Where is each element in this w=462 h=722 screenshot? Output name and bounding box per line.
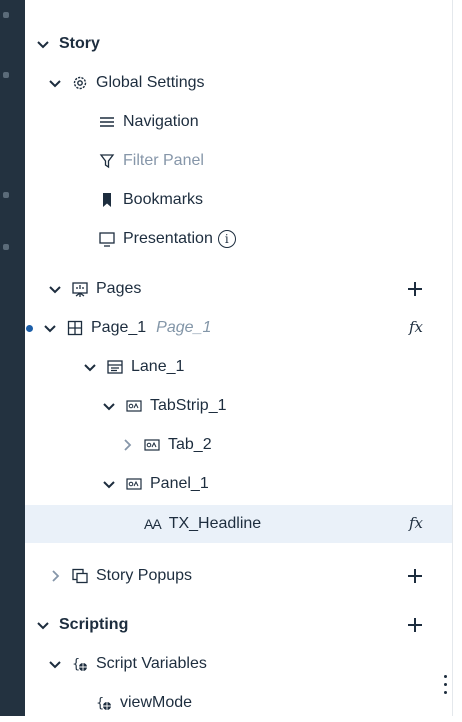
panel-1-label: Panel_1 <box>150 475 209 492</box>
tx-headline-label: TX_Headline <box>168 515 262 532</box>
chevron-down-icon[interactable] <box>47 75 63 91</box>
sidebar-icon[interactable] <box>3 244 9 250</box>
tree-row-script-variables[interactable]: { Script Variables <box>25 645 452 683</box>
container-icon <box>143 436 161 454</box>
active-page-dot <box>26 325 33 332</box>
fx-icon[interactable]: fx <box>409 318 423 336</box>
script-variables-label: Script Variables <box>96 655 207 672</box>
tree-row-page-1[interactable]: Page_1 Page_1 fx <box>25 309 452 347</box>
chevron-down-icon[interactable] <box>35 617 51 633</box>
add-popup-button[interactable] <box>405 566 425 586</box>
sidebar-icon[interactable] <box>3 12 9 18</box>
tree-row-viewmode[interactable]: { viewMode <box>25 684 452 722</box>
fx-icon[interactable]: fx <box>409 514 423 532</box>
chevron-right-icon[interactable] <box>47 568 63 584</box>
story-popups-label: Story Popups <box>96 567 193 584</box>
tree-row-tabstrip-1[interactable]: TabStrip_1 <box>25 387 452 425</box>
page-1-label: Page_1 <box>91 319 147 336</box>
gear-icon <box>71 74 89 92</box>
container-icon <box>125 475 143 493</box>
tree-row-presentation[interactable]: Presentation i <box>25 220 452 258</box>
filter-panel-label: Filter Panel <box>123 152 204 169</box>
tree-row-filter-panel[interactable]: Filter Panel <box>25 142 452 180</box>
tree-row-lane-1[interactable]: Lane_1 <box>25 348 452 386</box>
svg-text:{: { <box>72 657 80 672</box>
chevron-down-icon[interactable] <box>101 476 117 492</box>
info-icon[interactable]: i <box>217 230 236 248</box>
story-label: Story <box>59 35 100 52</box>
script-variable-icon: { <box>95 694 113 712</box>
tree-row-bookmarks[interactable]: Bookmarks <box>25 181 452 219</box>
presentation-label: Presentation <box>123 230 213 247</box>
scripting-label: Scripting <box>59 616 129 633</box>
chevron-down-icon[interactable] <box>101 398 117 414</box>
viewmode-label: viewMode <box>120 694 193 711</box>
page-grid-icon <box>66 319 84 337</box>
chevron-down-icon[interactable] <box>47 281 63 297</box>
chevron-down-icon[interactable] <box>42 320 58 336</box>
outline-tree: Story Global Settings Navigation Filter … <box>25 0 452 716</box>
left-app-sidebar <box>0 0 25 716</box>
tree-row-story-popups[interactable]: Story Popups <box>25 557 452 595</box>
lane-icon <box>106 358 124 376</box>
svg-text:{: { <box>96 696 104 711</box>
tree-row-global-settings[interactable]: Global Settings <box>25 64 452 102</box>
text-widget-icon: AA <box>144 516 162 532</box>
chevron-down-icon[interactable] <box>82 359 98 375</box>
global-settings-label: Global Settings <box>96 74 205 91</box>
menu-lines-icon <box>98 113 116 131</box>
more-options-icon[interactable] <box>444 675 448 697</box>
tree-row-tx-headline[interactable]: AA TX_Headline fx <box>25 505 452 543</box>
tree-row-story[interactable]: Story <box>25 25 452 63</box>
panel-divider <box>452 0 453 716</box>
tree-row-pages[interactable]: Pages <box>25 270 452 308</box>
tree-row-scripting[interactable]: Scripting <box>25 606 452 644</box>
bookmark-icon <box>98 191 116 209</box>
add-page-button[interactable] <box>405 279 425 299</box>
bookmarks-label: Bookmarks <box>123 191 204 208</box>
tree-row-panel-1[interactable]: Panel_1 <box>25 465 452 503</box>
chevron-down-icon[interactable] <box>35 36 51 52</box>
tree-row-navigation[interactable]: Navigation <box>25 103 452 141</box>
pages-label: Pages <box>96 280 142 297</box>
filter-icon <box>98 152 116 170</box>
page-1-subtitle: Page_1 <box>156 319 212 336</box>
presentation-icon <box>98 230 116 248</box>
sidebar-icon[interactable] <box>3 72 9 78</box>
sidebar-icon[interactable] <box>3 192 9 198</box>
tab-2-label: Tab_2 <box>168 436 212 453</box>
chevron-right-icon[interactable] <box>119 437 135 453</box>
script-variable-icon: { <box>71 655 89 673</box>
lane-1-label: Lane_1 <box>131 358 185 375</box>
navigation-label: Navigation <box>123 113 199 130</box>
popup-icon <box>71 567 89 585</box>
pages-icon <box>71 280 89 298</box>
add-script-button[interactable] <box>405 615 425 635</box>
tabstrip-1-label: TabStrip_1 <box>150 397 227 414</box>
container-icon <box>125 397 143 415</box>
chevron-down-icon[interactable] <box>47 656 63 672</box>
tree-row-tab-2[interactable]: Tab_2 <box>25 426 452 464</box>
